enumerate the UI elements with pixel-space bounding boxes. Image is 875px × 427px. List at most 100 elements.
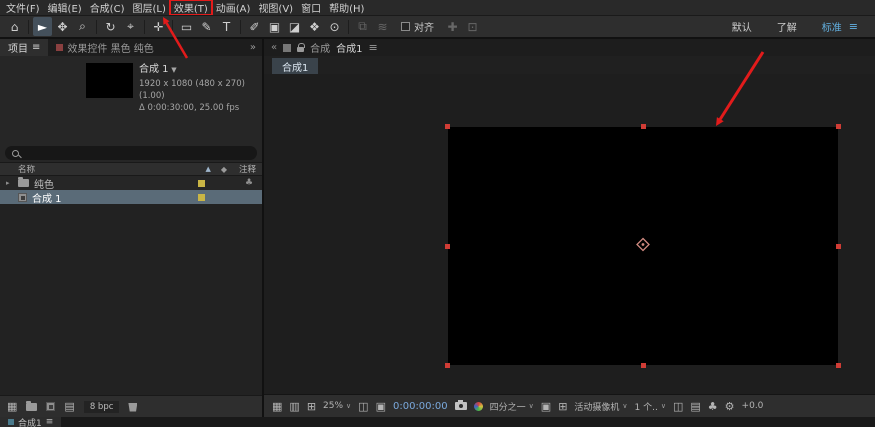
exposure-value[interactable]: +0.0	[742, 401, 764, 411]
project-row-solids[interactable]: ▸ 纯色 ♣	[0, 176, 262, 190]
menu-bar: 文件(F) 编辑(E) 合成(C) 图层(L) 效果(T) 动画(A) 视图(V…	[0, 0, 875, 15]
after-effects-window: 文件(F) 编辑(E) 合成(C) 图层(L) 效果(T) 动画(A) 视图(V…	[0, 0, 875, 427]
camera-tool[interactable]: ⌖	[121, 17, 140, 36]
column-comment[interactable]: 注释	[239, 163, 256, 175]
label-column-icon[interactable]: ◆	[221, 165, 227, 174]
home-button[interactable]: ⌂	[5, 17, 24, 36]
menu-effect[interactable]: 效果(T)	[170, 0, 212, 15]
sort-ascending-icon[interactable]: ▲	[205, 165, 210, 173]
comp-info-duration: Δ 0:00:30:00, 25.00 fps	[139, 102, 258, 114]
view-layout-dropdown[interactable]: 1 个.. ∨	[635, 400, 666, 413]
timeline-panel-strip: 合成1 ≡	[0, 417, 875, 427]
selection-handle[interactable]	[836, 244, 841, 249]
label-color-swatch[interactable]	[198, 180, 205, 187]
fast-previews-icon[interactable]: ▤	[690, 400, 700, 413]
trash-icon[interactable]	[128, 402, 137, 412]
rulers-icon[interactable]: ⊞	[307, 400, 316, 413]
composition-canvas[interactable]	[448, 127, 838, 365]
exposure-gear-icon[interactable]: ⚙	[725, 400, 735, 413]
roto-brush-tool[interactable]: ❖	[305, 17, 324, 36]
workspace-learn[interactable]: 了解	[777, 19, 797, 34]
viewer-tab-comp1[interactable]: 合成1	[272, 58, 318, 74]
timeline-tab-comp1[interactable]: 合成1 ≡	[0, 417, 61, 427]
pixel-aspect-icon[interactable]: ◫	[673, 400, 683, 413]
magnification-dropdown[interactable]: 25% ∨	[323, 401, 351, 411]
tab-effect-controls[interactable]: 效果控件 黑色 纯色	[48, 39, 161, 56]
shape-tool[interactable]: ▭	[177, 17, 196, 36]
puppet-pin-tool[interactable]: ⊙	[325, 17, 344, 36]
collapse-panel-icon[interactable]: «	[271, 42, 277, 53]
comp-flowchart-icon[interactable]: ♣	[708, 400, 718, 413]
always-preview-icon[interactable]: ▦	[272, 400, 282, 413]
pen-tool[interactable]: ✎	[197, 17, 216, 36]
anchor-point-icon[interactable]	[636, 237, 650, 256]
project-settings-icon[interactable]: ▤	[64, 400, 74, 413]
selection-handle[interactable]	[445, 363, 450, 368]
more-tabs-icon[interactable]: »	[244, 39, 262, 56]
zoom-tool[interactable]: ⌕	[73, 17, 92, 36]
tab-project[interactable]: 项目 ≡	[0, 39, 48, 56]
snap-icon[interactable]: ✚	[443, 17, 462, 36]
menu-view[interactable]: 视图(V)	[254, 0, 297, 15]
feather-mode-icon[interactable]: ≋	[373, 17, 392, 36]
menu-window[interactable]: 窗口	[297, 0, 325, 15]
type-tool[interactable]: T	[217, 17, 236, 36]
new-composition-icon[interactable]	[46, 402, 55, 411]
main-viewer-icon[interactable]: ▥	[289, 400, 299, 413]
project-search-input[interactable]	[5, 146, 257, 160]
comp-panel-title[interactable]: 合成1	[336, 40, 362, 55]
menu-file[interactable]: 文件(F)	[2, 0, 44, 15]
pan-behind-tool[interactable]: ✛	[149, 17, 168, 36]
snap-options-icon[interactable]: ⊡	[463, 17, 482, 36]
menu-composition[interactable]: 合成(C)	[86, 0, 129, 15]
flowchart-icon[interactable]: ♣	[242, 178, 256, 188]
view-layout-value: 1 个..	[635, 400, 658, 413]
mask-mode-icon[interactable]: ⧉	[353, 17, 372, 36]
comp-info-caret-icon[interactable]: ▼	[171, 66, 176, 74]
selection-handle[interactable]	[836, 124, 841, 129]
clone-stamp-tool[interactable]: ▣	[265, 17, 284, 36]
eraser-tool[interactable]: ◪	[285, 17, 304, 36]
column-name[interactable]: 名称	[6, 163, 205, 175]
transparency-grid-icon[interactable]: ⊞	[558, 400, 567, 413]
rotation-tool[interactable]: ↻	[101, 17, 120, 36]
composition-viewer[interactable]	[264, 74, 875, 394]
resolution-dropdown[interactable]: 四分之一 ∨	[490, 400, 534, 413]
color-depth-button[interactable]: 8 bpc	[84, 401, 120, 413]
align-checkbox[interactable]	[401, 22, 410, 31]
snapshot-camera-icon[interactable]	[455, 402, 467, 410]
menu-edit[interactable]: 编辑(E)	[44, 0, 86, 15]
camera-view-dropdown[interactable]: 活动摄像机 ∨	[574, 400, 627, 413]
region-of-interest-icon[interactable]: ▣	[541, 400, 551, 413]
hand-tool[interactable]: ✥	[53, 17, 72, 36]
selection-handle[interactable]	[641, 363, 646, 368]
selection-handle[interactable]	[836, 363, 841, 368]
workspace-default[interactable]: 默认	[732, 19, 752, 34]
selection-handle[interactable]	[445, 124, 450, 129]
composition-icon	[18, 193, 27, 202]
menu-layer[interactable]: 图层(L)	[128, 0, 169, 15]
selection-tool[interactable]: ►	[33, 17, 52, 36]
selection-handle[interactable]	[445, 244, 450, 249]
label-color-swatch[interactable]	[198, 194, 205, 201]
selection-handle[interactable]	[641, 124, 646, 129]
current-timecode[interactable]: 0:00:00:00	[393, 401, 448, 412]
interpret-footage-icon[interactable]: ▦	[7, 400, 17, 413]
panel-menu-icon[interactable]: ≡	[32, 42, 40, 53]
menu-animation[interactable]: 动画(A)	[212, 0, 255, 15]
project-list-empty-area	[0, 204, 262, 395]
project-row-comp1[interactable]: 合成 1	[0, 190, 262, 204]
panel-menu-icon[interactable]: ≡	[369, 41, 378, 54]
project-panel-tabs: 项目 ≡ 效果控件 黑色 纯色 »	[0, 39, 262, 56]
brush-tool[interactable]: ✐	[245, 17, 264, 36]
lock-icon[interactable]	[297, 47, 304, 52]
mask-visibility-icon[interactable]: ▣	[376, 400, 386, 413]
new-folder-icon[interactable]	[26, 403, 37, 411]
menu-help[interactable]: 帮助(H)	[325, 0, 368, 15]
show-channels-icon[interactable]	[474, 402, 483, 411]
workspace-menu-icon[interactable]: ≡	[849, 20, 858, 33]
comp-info-name[interactable]: 合成 1	[139, 64, 169, 75]
twirl-icon[interactable]: ▸	[6, 179, 13, 187]
workspace-standard[interactable]: 标准	[822, 19, 842, 34]
grid-guides-icon[interactable]: ◫	[358, 400, 368, 413]
